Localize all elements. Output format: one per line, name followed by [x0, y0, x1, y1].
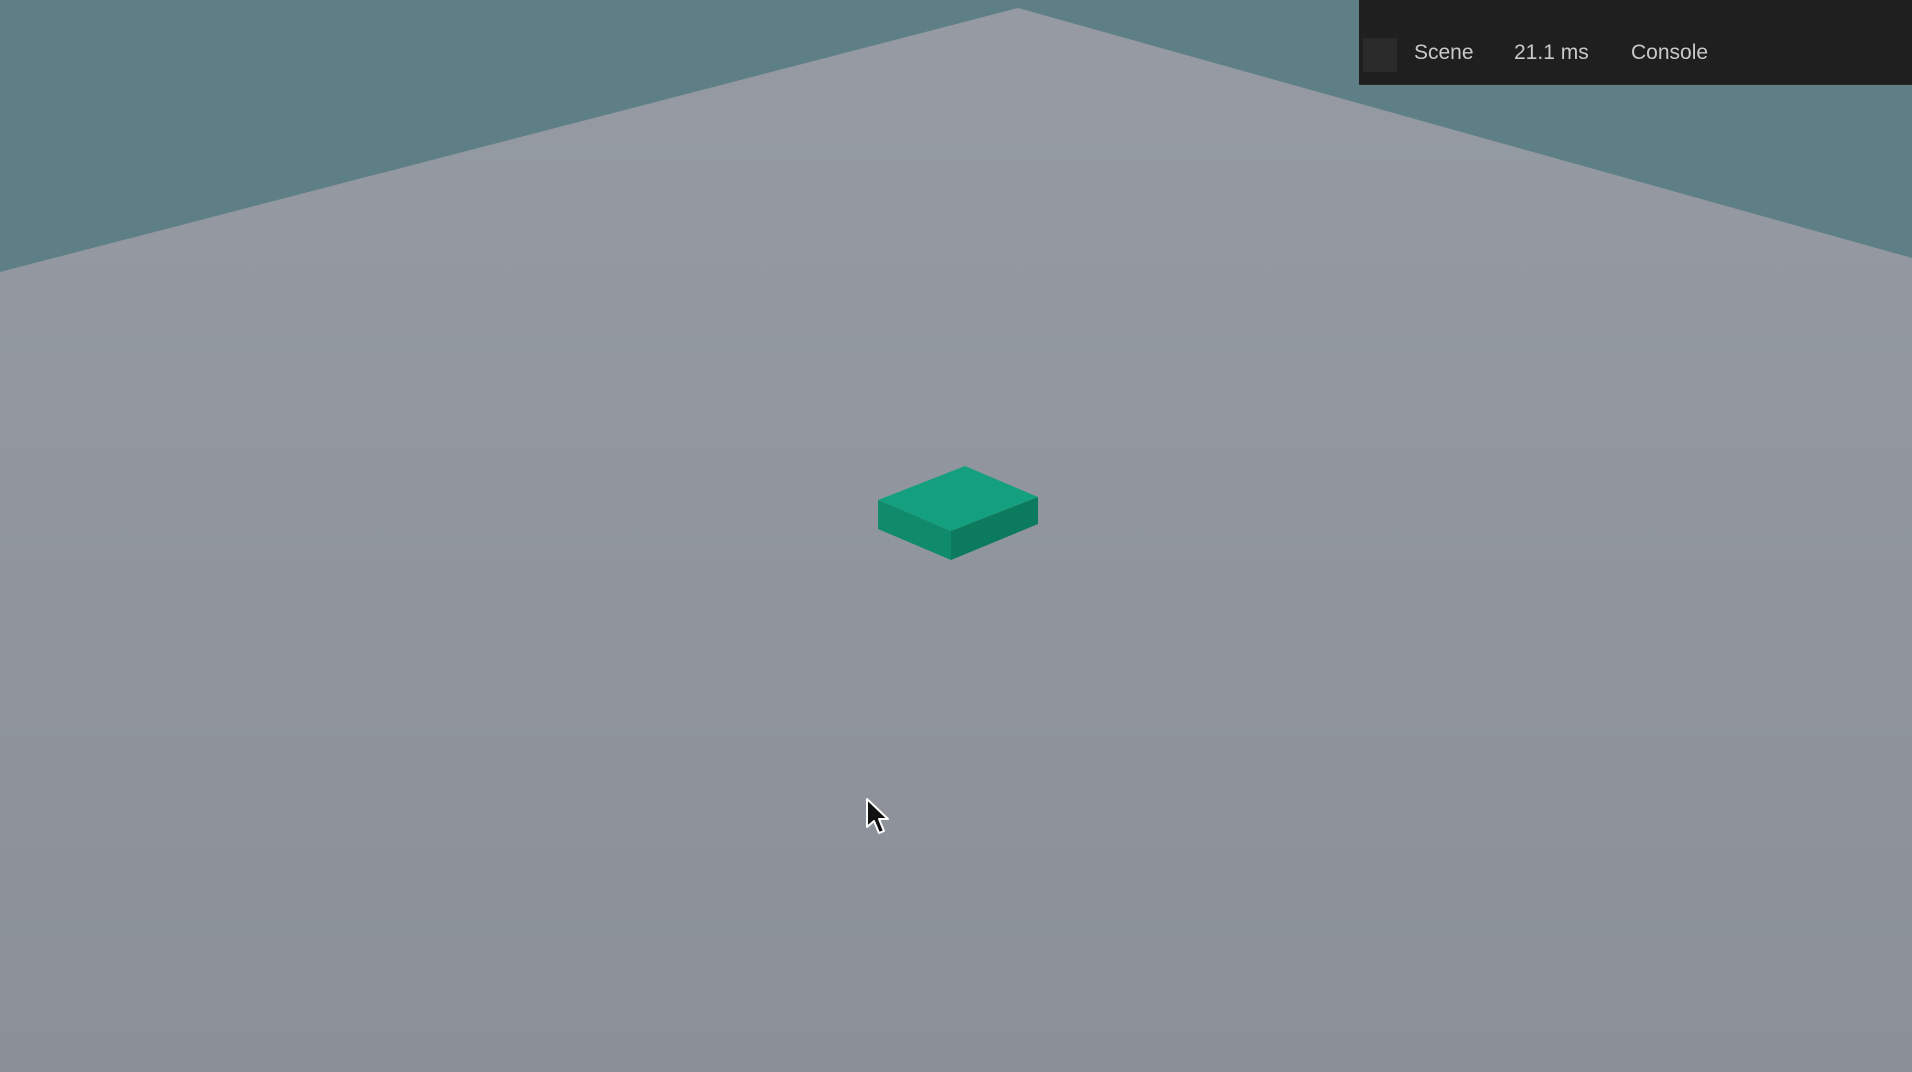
editor-toolbar: Scene 21.1 ms Console: [1359, 0, 1912, 85]
mouse-pointer-icon: [866, 798, 889, 834]
console-tab[interactable]: Console: [1631, 38, 1708, 68]
toolbar-handle[interactable]: [1363, 38, 1397, 72]
scene-tab[interactable]: Scene: [1414, 38, 1474, 68]
3d-viewport[interactable]: Scene 21.1 ms Console: [0, 0, 1912, 1072]
scene-canvas[interactable]: [0, 0, 1912, 1072]
frame-time-readout: 21.1 ms: [1514, 41, 1589, 64]
